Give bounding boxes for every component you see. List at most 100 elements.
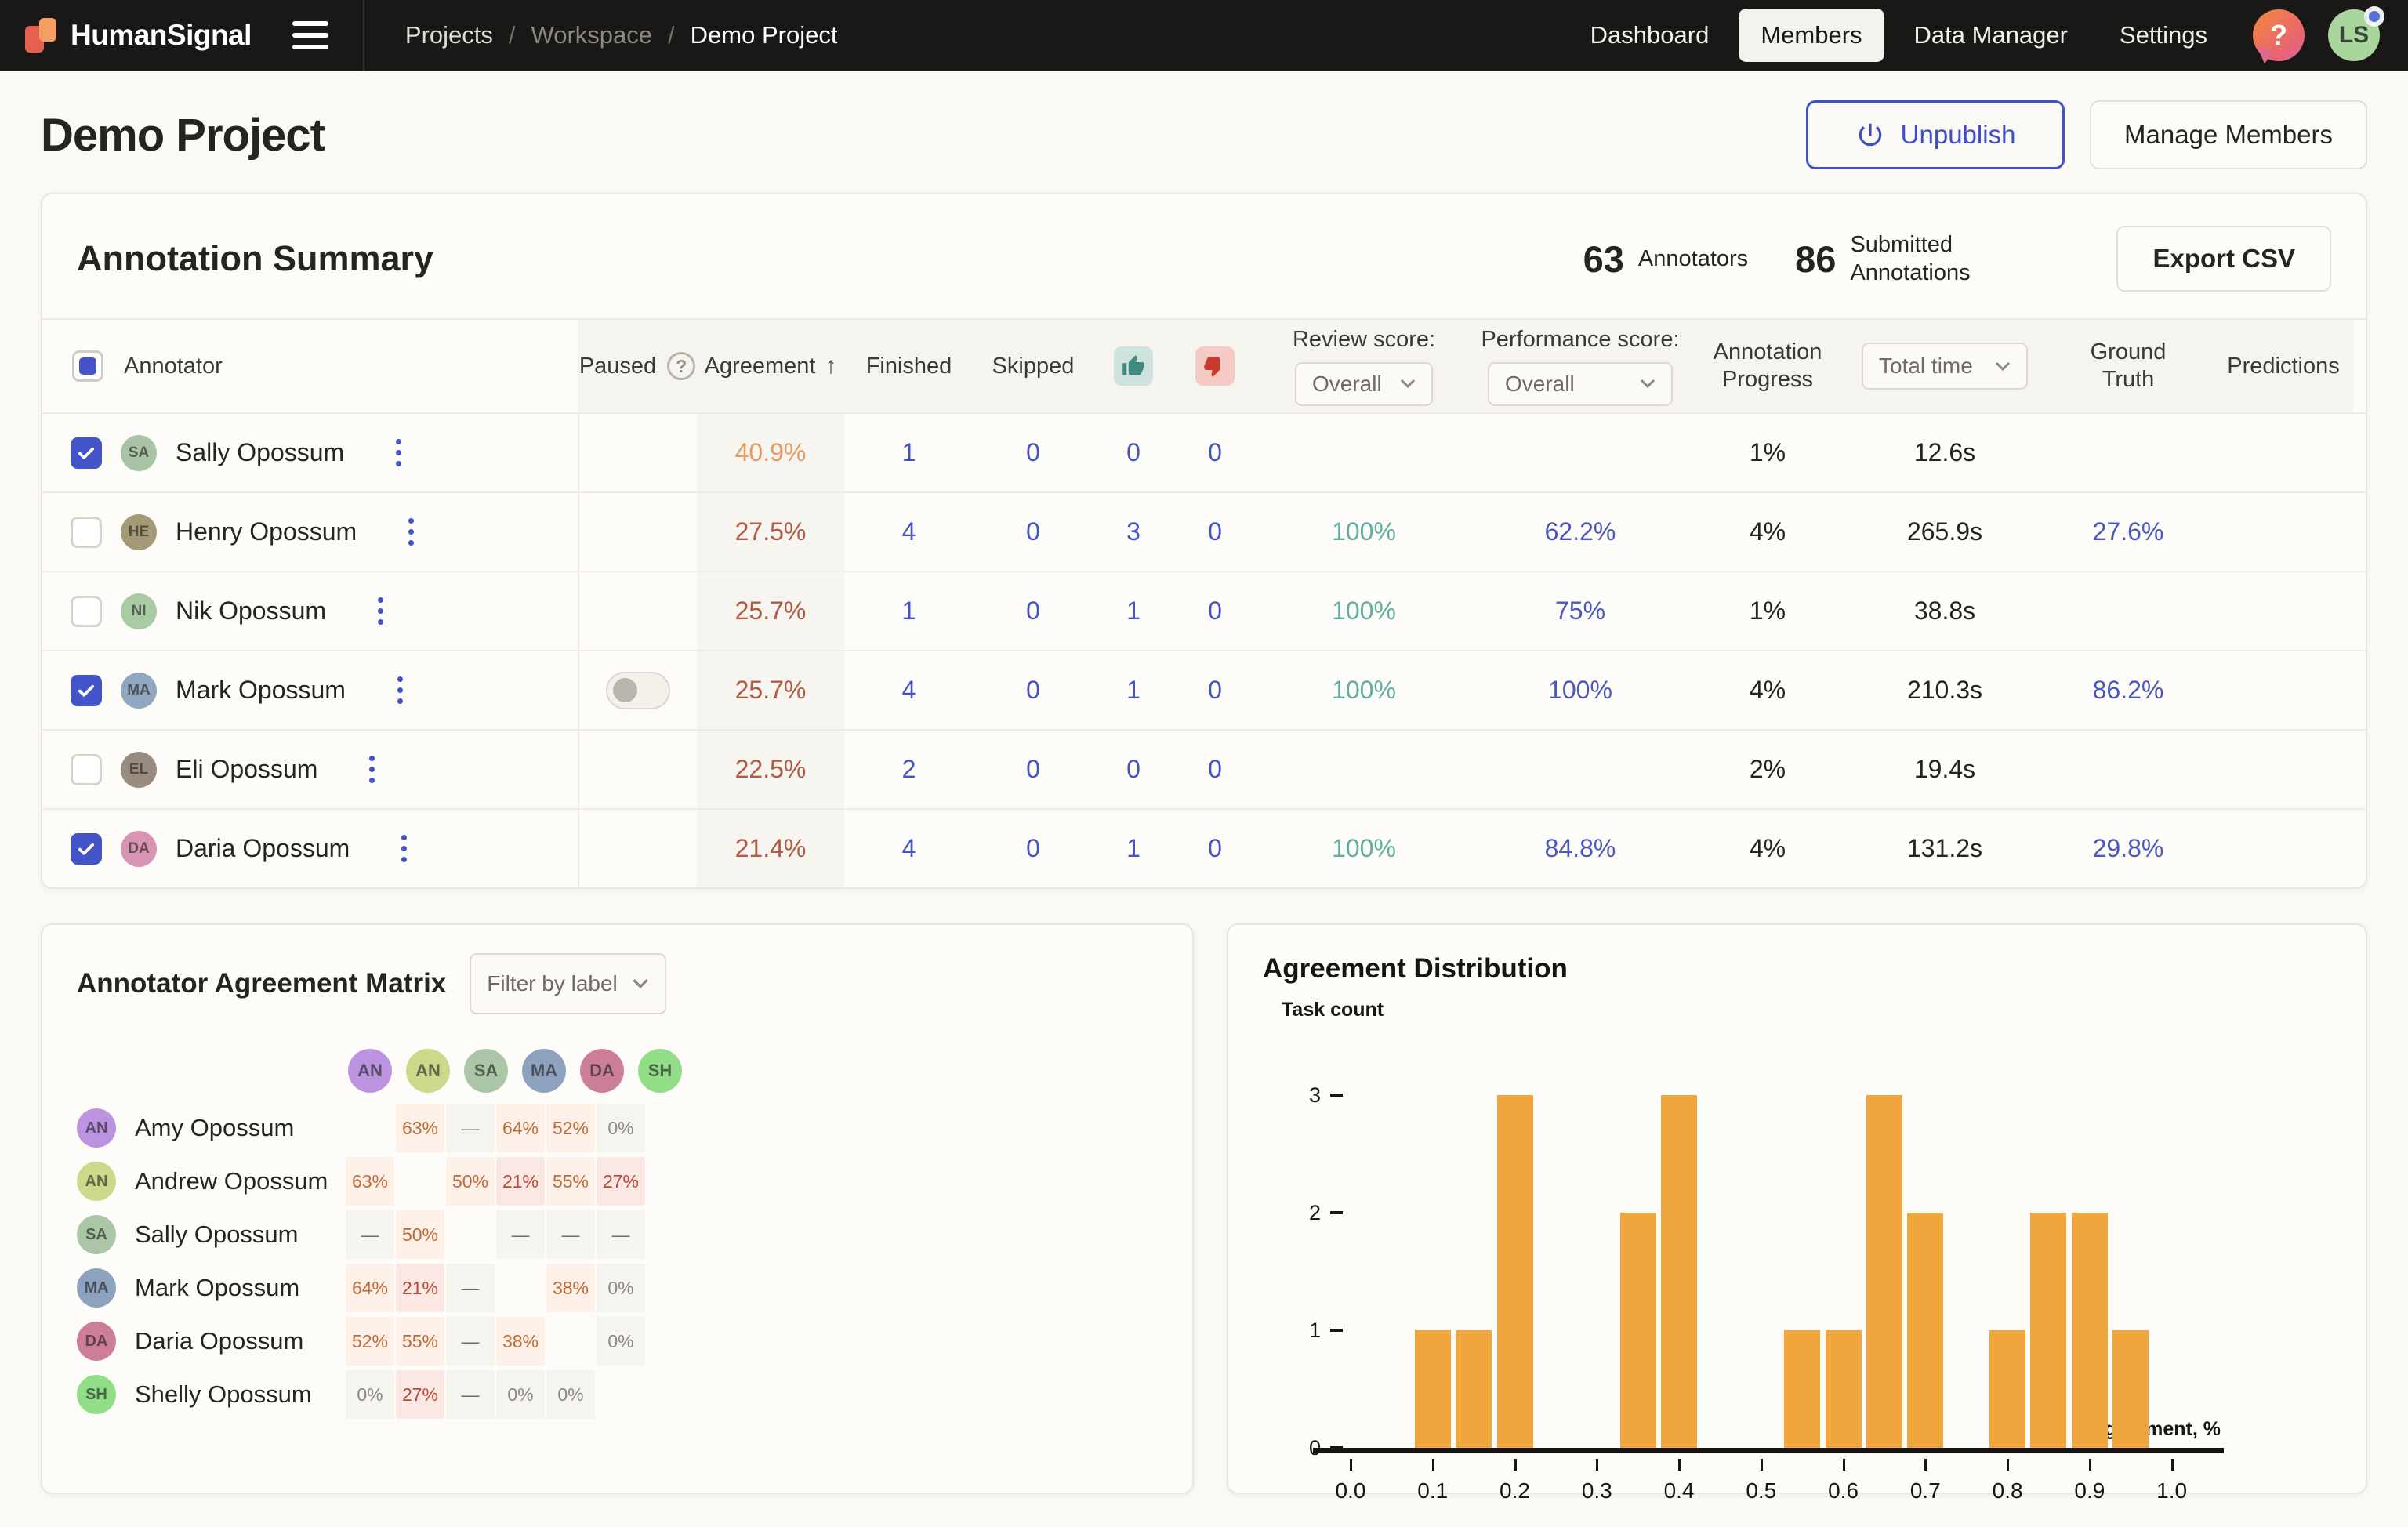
finished-value[interactable]: 1 <box>844 572 974 650</box>
ground-truth-value: 86.2% <box>2043 651 2214 729</box>
skipped-value[interactable]: 0 <box>974 572 1093 650</box>
col-review-score: Review score: Overall <box>1256 320 1472 412</box>
x-axis-title: Agreement, % <box>2090 1418 2221 1441</box>
help-icon[interactable]: ? <box>2253 9 2305 61</box>
row-checkbox[interactable] <box>71 437 102 469</box>
col-paused[interactable]: Paused ? <box>578 320 697 412</box>
total-time-value: 210.3s <box>1847 651 2043 729</box>
matrix-row-header: SHShelly Opossum <box>77 1375 345 1414</box>
x-tick-label: 0.0 <box>1315 1478 1386 1503</box>
user-avatar[interactable]: LS <box>2328 9 2380 61</box>
finished-value[interactable]: 4 <box>844 810 974 887</box>
finished-value[interactable]: 4 <box>844 493 974 571</box>
annotator-name[interactable]: Sally Opossum <box>176 438 344 467</box>
performance-score-value: 75% <box>1472 572 1688 650</box>
page-header: Demo Project Unpublish Manage Members <box>0 71 2408 193</box>
filter-by-label-select[interactable]: Filter by label <box>470 953 666 1014</box>
row-checkbox[interactable] <box>71 675 102 706</box>
row-checkbox[interactable] <box>71 517 102 548</box>
paused-cell <box>578 414 697 491</box>
col-skipped[interactable]: Skipped <box>974 320 1093 412</box>
thumbs-down-count[interactable]: 0 <box>1174 414 1256 491</box>
select-all-checkbox[interactable] <box>72 350 103 382</box>
agreement-distribution-card: Agreement Distribution Task count Agreem… <box>1227 923 2367 1494</box>
matrix-cell: 64% <box>496 1104 545 1152</box>
skipped-value[interactable]: 0 <box>974 731 1093 808</box>
col-agreement[interactable]: Agreement ↑ <box>697 320 844 412</box>
brand[interactable]: HumanSignal <box>24 16 252 54</box>
breadcrumb-workspace[interactable]: Workspace <box>531 21 653 49</box>
histogram-bar <box>1989 1330 2025 1448</box>
finished-value[interactable]: 2 <box>844 731 974 808</box>
matrix-cell: 63% <box>346 1157 394 1206</box>
kebab-menu-icon[interactable] <box>404 513 419 550</box>
thumbs-down-count[interactable]: 0 <box>1174 731 1256 808</box>
performance-score-select[interactable]: Overall <box>1488 362 1673 406</box>
matrix-cell <box>546 1317 595 1366</box>
x-tick-label: 0.3 <box>1561 1478 1632 1503</box>
paused-help-icon[interactable]: ? <box>667 352 695 380</box>
thumbs-up-count[interactable]: 1 <box>1093 572 1174 650</box>
thumbs-up-count[interactable]: 0 <box>1093 731 1174 808</box>
annotator-name[interactable]: Daria Opossum <box>176 834 350 863</box>
skipped-value[interactable]: 0 <box>974 810 1093 887</box>
histogram-bar <box>1415 1330 1451 1448</box>
thumbs-down-count[interactable]: 0 <box>1174 493 1256 571</box>
unpublish-button[interactable]: Unpublish <box>1806 100 2065 169</box>
thumbs-down-count[interactable]: 0 <box>1174 572 1256 650</box>
row-checkbox[interactable] <box>71 833 102 865</box>
breadcrumb-projects[interactable]: Projects <box>405 21 493 49</box>
paused-cell <box>578 810 697 887</box>
x-axis-line <box>1313 1448 2224 1453</box>
matrix-column-avatar: SA <box>464 1049 508 1093</box>
kebab-menu-icon[interactable] <box>393 672 408 709</box>
export-csv-button[interactable]: Export CSV <box>2116 226 2331 292</box>
review-score-select[interactable]: Overall <box>1295 362 1433 406</box>
skipped-value[interactable]: 0 <box>974 651 1093 729</box>
col-annotator[interactable]: Annotator <box>124 354 223 379</box>
thumbs-up-count[interactable]: 1 <box>1093 810 1174 887</box>
nav-item-members[interactable]: Members <box>1739 9 1884 62</box>
hamburger-menu-icon[interactable] <box>292 21 328 49</box>
matrix-rows: ANAmy Opossum63%—64%52%0%ANAndrew Opossu… <box>77 1102 1192 1420</box>
thumbs-up-count[interactable]: 1 <box>1093 651 1174 729</box>
col-total-time: Total time <box>1847 320 2043 412</box>
nav-item-dashboard[interactable]: Dashboard <box>1568 9 1732 62</box>
finished-value[interactable]: 4 <box>844 651 974 729</box>
thumbs-up-count[interactable]: 0 <box>1093 414 1174 491</box>
thumbs-down-count[interactable]: 0 <box>1174 810 1256 887</box>
row-checkbox[interactable] <box>71 596 102 627</box>
annotator-name[interactable]: Henry Opossum <box>176 517 357 546</box>
nav-item-settings[interactable]: Settings <box>2098 9 2229 62</box>
matrix-annotator-name: Sally Opossum <box>135 1221 298 1249</box>
annotators-stat: 63 Annotators <box>1583 238 1749 281</box>
col-ground-truth: GroundTruth <box>2043 320 2214 412</box>
kebab-menu-icon[interactable] <box>397 830 412 867</box>
top-nav: HumanSignal Projects / Workspace / Demo … <box>0 0 2408 71</box>
paused-toggle[interactable] <box>606 672 670 709</box>
col-thumbs-up[interactable] <box>1093 320 1174 412</box>
col-thumbs-down[interactable] <box>1174 320 1256 412</box>
finished-value[interactable]: 1 <box>844 414 974 491</box>
sort-ascending-icon[interactable]: ↑ <box>825 353 836 379</box>
skipped-value[interactable]: 0 <box>974 414 1093 491</box>
matrix-cell: 52% <box>546 1104 595 1152</box>
total-time-select[interactable]: Total time <box>1862 343 2028 390</box>
manage-members-button[interactable]: Manage Members <box>2090 100 2367 169</box>
row-checkbox[interactable] <box>71 754 102 785</box>
avatar: DA <box>77 1322 116 1361</box>
annotator-name[interactable]: Eli Opossum <box>176 755 317 784</box>
kebab-menu-icon[interactable] <box>391 434 406 471</box>
annotator-cell: MAMark Opossum <box>42 651 578 729</box>
nav-item-data-manager[interactable]: Data Manager <box>1892 9 2090 62</box>
col-finished[interactable]: Finished <box>844 320 974 412</box>
annotator-name[interactable]: Nik Opossum <box>176 597 326 626</box>
annotator-name[interactable]: Mark Opossum <box>176 676 346 705</box>
kebab-menu-icon[interactable] <box>373 593 388 629</box>
chevron-down-icon <box>1640 379 1656 389</box>
thumbs-up-count[interactable]: 3 <box>1093 493 1174 571</box>
x-tick-label: 0.1 <box>1398 1478 1468 1503</box>
thumbs-down-count[interactable]: 0 <box>1174 651 1256 729</box>
skipped-value[interactable]: 0 <box>974 493 1093 571</box>
kebab-menu-icon[interactable] <box>364 751 379 788</box>
